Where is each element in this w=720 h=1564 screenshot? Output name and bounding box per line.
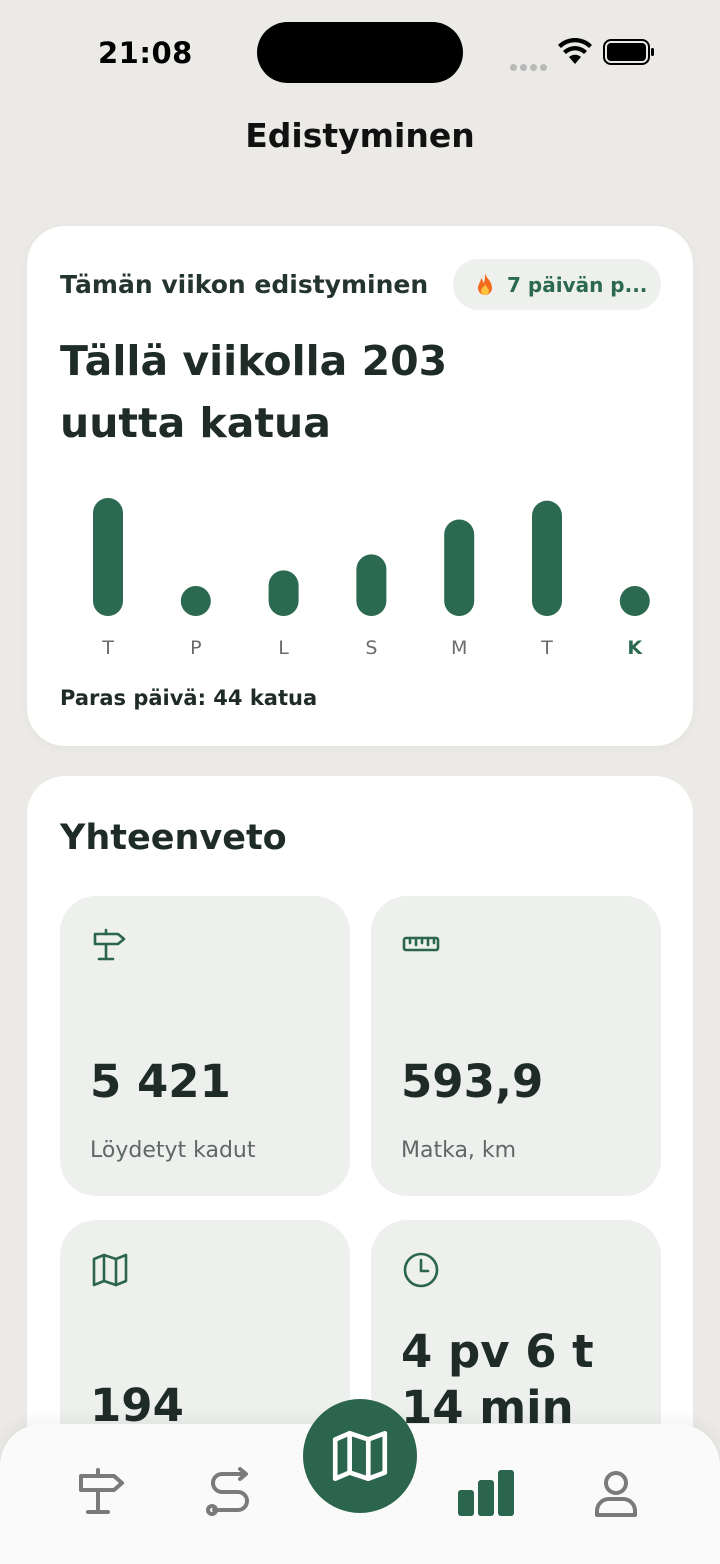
weekly-bar-chart: TPLSMTK <box>93 498 650 659</box>
weekly-progress-card: Tämän viikon edistyminen 7 päivän p... T… <box>27 226 693 746</box>
nav-signpost-icon[interactable] <box>72 1464 132 1524</box>
chart-day-label: L <box>278 637 289 659</box>
stat-label: Löydetyt kadut <box>90 1138 256 1163</box>
stat-value: 5 421 <box>90 1055 231 1108</box>
wifi-icon <box>558 38 592 64</box>
weekly-headline: Tällä viikolla 203 uutta katua <box>60 337 448 447</box>
stat-tile-distance[interactable]: 593,9 Matka, km <box>371 896 661 1196</box>
status-bar: 21:08 <box>0 0 720 104</box>
map-icon <box>92 1253 128 1287</box>
nav-stats-icon[interactable] <box>456 1464 516 1524</box>
chart-day-label: S <box>365 637 377 659</box>
chart-bar <box>532 500 562 616</box>
chart-bar <box>180 586 211 616</box>
flame-icon <box>478 272 492 295</box>
stat-value: 4 pv 6 t 14 min <box>401 1325 594 1434</box>
chart-bar <box>268 570 299 616</box>
chart-day-label: K <box>627 637 643 659</box>
summary-heading: Yhteenveto <box>60 818 287 858</box>
chart-day-label: M <box>451 637 467 659</box>
best-day-text: Paras päivä: 44 katua <box>60 686 318 710</box>
chart-day-label: P <box>190 637 201 659</box>
nav-map-button[interactable] <box>303 1399 417 1513</box>
status-time: 21:08 <box>98 36 193 70</box>
chart-bar <box>93 498 123 616</box>
signpost-icon <box>93 928 126 961</box>
chart-day-label: T <box>101 637 114 659</box>
map-icon <box>332 1430 388 1482</box>
chart-bar <box>444 519 475 616</box>
page-title: Edistyminen <box>245 116 475 155</box>
stat-value: 593,9 <box>401 1055 544 1108</box>
cellular-signal-icon <box>510 56 550 71</box>
stat-tile-streets[interactable]: 5 421 Löydetyt kadut <box>60 896 350 1196</box>
clock-icon <box>403 1252 439 1288</box>
chart-bar <box>619 586 650 616</box>
ruler-icon <box>402 936 440 952</box>
stat-label: Matka, km <box>401 1138 517 1163</box>
chart-bar <box>356 554 387 616</box>
nav-profile-icon[interactable] <box>586 1464 646 1524</box>
battery-icon <box>603 39 654 65</box>
dynamic-island <box>257 22 463 83</box>
nav-route-icon[interactable] <box>200 1464 260 1524</box>
streak-badge[interactable]: 7 päivän p... <box>453 259 661 310</box>
bottom-navigation <box>0 1399 720 1564</box>
weekly-progress-heading: Tämän viikon edistyminen <box>60 270 429 299</box>
chart-day-label: T <box>540 637 553 659</box>
streak-label: 7 päivän p... <box>507 272 648 297</box>
